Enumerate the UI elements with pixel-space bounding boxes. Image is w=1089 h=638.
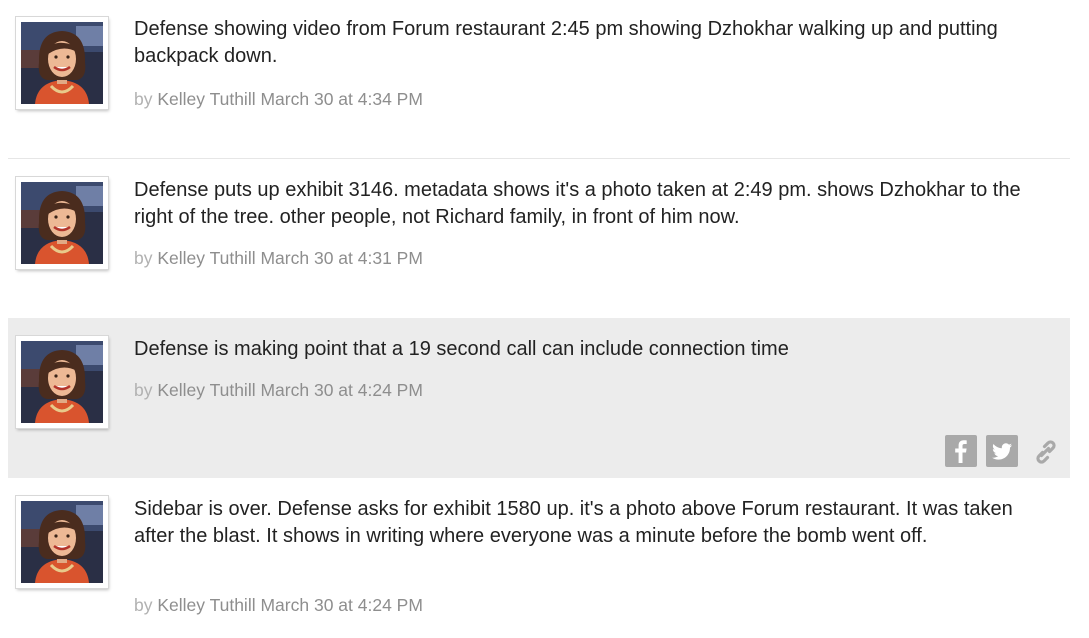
timestamp: March 30 at 4:24 PM — [260, 380, 423, 400]
byline-prefix: by — [134, 89, 153, 109]
link-icon — [1036, 440, 1056, 464]
avatar[interactable] — [16, 336, 108, 428]
permalink-button[interactable] — [1028, 435, 1060, 467]
author-photo — [21, 182, 103, 264]
twitter-icon — [992, 443, 1012, 460]
author-link[interactable]: Kelley Tuthill — [157, 380, 255, 400]
facebook-icon — [955, 440, 967, 463]
avatar[interactable] — [16, 17, 108, 109]
byline-prefix: by — [134, 595, 153, 615]
list-item: Sidebar is over. Defense asks for exhibi… — [8, 478, 1070, 638]
author-photo — [21, 501, 103, 583]
entry-meta: by Kelley Tuthill March 30 at 4:34 PM — [134, 89, 423, 110]
live-blog-feed: Defense showing video from Forum restaur… — [0, 0, 1089, 638]
entry-text: Defense puts up exhibit 3146. metadata s… — [134, 179, 1021, 228]
timestamp: March 30 at 4:24 PM — [260, 595, 423, 615]
timestamp: March 30 at 4:31 PM — [260, 248, 423, 268]
list-item: Defense puts up exhibit 3146. metadata s… — [8, 159, 1070, 318]
author-link[interactable]: Kelley Tuthill — [157, 248, 255, 268]
author-link[interactable]: Kelley Tuthill — [157, 595, 255, 615]
avatar[interactable] — [16, 177, 108, 269]
entry-text: Defense is making point that a 19 second… — [134, 338, 789, 360]
list-item: Defense showing video from Forum restaur… — [8, 0, 1070, 158]
facebook-share-button[interactable] — [945, 435, 977, 467]
entry-text: Sidebar is over. Defense asks for exhibi… — [134, 498, 1013, 547]
author-photo — [21, 22, 103, 104]
entry-meta: by Kelley Tuthill March 30 at 4:24 PM — [134, 380, 423, 401]
entry-meta: by Kelley Tuthill March 30 at 4:31 PM — [134, 248, 423, 269]
twitter-share-button[interactable] — [986, 435, 1018, 467]
byline-prefix: by — [134, 380, 153, 400]
author-link[interactable]: Kelley Tuthill — [157, 89, 255, 109]
author-photo — [21, 341, 103, 423]
avatar[interactable] — [16, 496, 108, 588]
timestamp: March 30 at 4:34 PM — [260, 89, 423, 109]
list-item-hovered: Defense is making point that a 19 second… — [8, 318, 1070, 478]
entry-meta: by Kelley Tuthill March 30 at 4:24 PM — [134, 595, 423, 616]
entry-text: Defense showing video from Forum restaur… — [134, 18, 998, 67]
byline-prefix: by — [134, 248, 153, 268]
